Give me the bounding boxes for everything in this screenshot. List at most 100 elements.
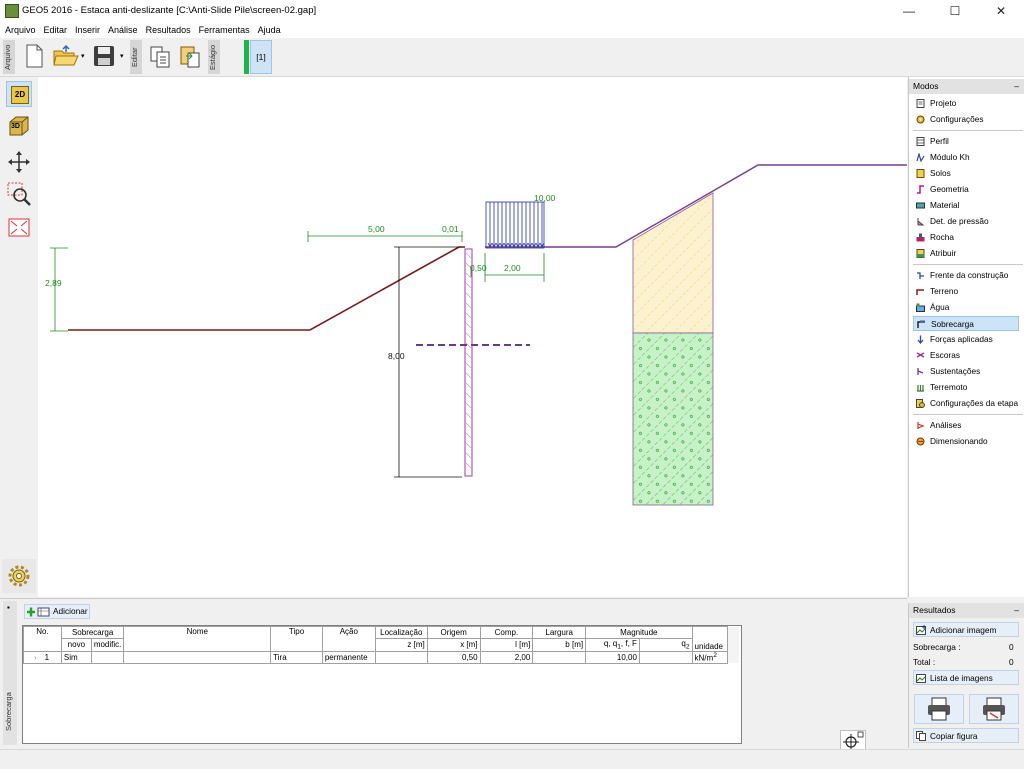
drawing-canvas[interactable]: 5,00 0,01 10,00 0,50 2,00 2,89 8,00 xyxy=(38,77,907,597)
material-icon xyxy=(916,202,925,209)
mode-terremoto[interactable]: Terremoto xyxy=(913,380,1019,395)
menu-inserir[interactable]: Inserir xyxy=(71,22,104,38)
mode-atribuir[interactable]: Atribuir xyxy=(913,246,1019,261)
menu-editar[interactable]: Editar xyxy=(40,22,72,38)
cell-acao[interactable]: permanente xyxy=(321,650,376,664)
mode-det-pressao-label: Det. de pressão xyxy=(930,216,989,226)
copy-figure-icon xyxy=(916,731,926,741)
mode-solos[interactable]: Solos xyxy=(913,166,1019,181)
results-collapse-button[interactable]: – xyxy=(1014,603,1019,618)
menu-bar: Arquivo Editar Inserir Análise Resultados Fer… xyxy=(0,22,1024,38)
title-bar: GEO5 2016 - Estaca anti-deslizante [C:\A… xyxy=(0,0,1024,23)
print-button[interactable] xyxy=(914,694,964,724)
cell-x[interactable]: 0,50 xyxy=(426,650,481,664)
menu-analise[interactable]: Análise xyxy=(104,22,142,38)
assign-icon xyxy=(916,249,925,258)
pressure-icon xyxy=(917,218,925,226)
results-title: Resultados xyxy=(913,605,956,615)
mode-sustentacoes-label: Sustentações xyxy=(930,366,981,376)
mode-material[interactable]: Material xyxy=(913,198,1019,213)
pan-move-icon[interactable] xyxy=(6,149,32,175)
geometry-drawing xyxy=(50,164,907,506)
menu-resultados[interactable]: Resultados xyxy=(142,22,195,38)
modes-separator xyxy=(913,414,1023,415)
sobrecarga-count-label: Sobrecarga : xyxy=(913,642,961,652)
zoom-extents-icon[interactable] xyxy=(6,215,32,241)
open-dropdown-icon[interactable]: ▾ xyxy=(81,52,85,60)
mode-escoras[interactable]: Escoras xyxy=(913,348,1019,363)
menu-ferramentas[interactable]: Ferramentas xyxy=(195,22,254,38)
save-dropdown-icon[interactable]: ▾ xyxy=(120,52,124,60)
cell-modific[interactable] xyxy=(90,650,125,664)
cell-nome[interactable] xyxy=(123,650,272,664)
image-list-button[interactable]: Lista de imagens xyxy=(913,670,1019,685)
cell-novo[interactable]: Sim xyxy=(60,650,92,664)
col-localizacao: Localização xyxy=(374,626,428,639)
mode-rocha[interactable]: Rocha xyxy=(913,230,1019,245)
add-image-button[interactable]: Adicionar imagem xyxy=(913,622,1019,637)
mode-projeto[interactable]: Projeto xyxy=(913,96,1019,111)
save-disk-icon[interactable] xyxy=(92,44,116,70)
minimize-button[interactable]: — xyxy=(886,0,932,22)
mode-perfil[interactable]: Perfil xyxy=(913,134,1019,149)
panel-side-label: Sobrecarga xyxy=(4,692,13,732)
mode-agua-label: Água xyxy=(930,302,950,312)
mode-sobrecarga[interactable]: Sobrecarga xyxy=(913,316,1019,331)
mode-agua[interactable]: Água xyxy=(913,300,1019,315)
col-x-unit: x [m] xyxy=(426,638,481,652)
mode-configuracoes[interactable]: Configurações xyxy=(913,112,1019,127)
print-preview-button[interactable] xyxy=(969,694,1019,724)
view-2d-button[interactable]: 2D xyxy=(6,81,32,107)
maximize-button[interactable]: ☐ xyxy=(932,0,978,22)
mode-config-etapa-label: Configurações da etapa xyxy=(930,398,1019,408)
modes-separator xyxy=(913,130,1023,131)
mode-frente-construcao-label: Frente da construção xyxy=(930,270,1009,280)
results-header: Resultados – xyxy=(909,603,1024,618)
cell-b[interactable] xyxy=(532,650,587,664)
menu-arquivo[interactable]: Arquivo xyxy=(0,22,40,38)
stage-1-button[interactable]: [1] xyxy=(250,40,272,74)
status-bar xyxy=(0,749,1024,769)
copy-data-icon[interactable] xyxy=(148,44,172,70)
table-row[interactable]: › 1 Sim Tira permanente 0,50 2,00 10,00 k… xyxy=(23,650,740,664)
view-3d-button[interactable]: 3D xyxy=(6,113,32,139)
menu-ajuda[interactable]: Ajuda xyxy=(254,22,285,38)
mode-geometria[interactable]: Geometria xyxy=(913,182,1019,197)
mode-det-pressao[interactable]: Det. de pressão xyxy=(913,214,1019,229)
col-nome: Nome xyxy=(123,626,272,652)
modes-collapse-button[interactable]: – xyxy=(1014,79,1019,94)
col-unidade: unidade xyxy=(691,626,728,652)
add-image-label: Adicionar imagem xyxy=(930,625,997,635)
mode-configuracoes-label: Configurações xyxy=(930,114,984,124)
paste-data-icon[interactable] xyxy=(178,44,202,70)
mode-terreno[interactable]: Terreno xyxy=(913,284,1019,299)
mode-modulo-kh[interactable]: Módulo Kh xyxy=(913,150,1019,165)
cell-q2[interactable] xyxy=(638,650,693,664)
row-expand-icon[interactable]: › xyxy=(34,653,37,662)
dim-label-200: 2,00 xyxy=(504,263,521,273)
copy-figure-button[interactable]: Copiar figura xyxy=(913,728,1019,743)
gear-icon xyxy=(916,115,925,124)
zoom-window-icon[interactable] xyxy=(6,181,32,207)
cell-q[interactable]: 10,00 xyxy=(585,650,640,664)
settings-gear-button[interactable] xyxy=(2,559,36,593)
mode-sustentacoes[interactable]: Sustentações xyxy=(913,364,1019,379)
mode-analises[interactable]: Análises xyxy=(913,418,1019,433)
col-b-unit: b [m] xyxy=(532,638,587,652)
panel-pin-icon[interactable]: ▪ xyxy=(7,603,10,612)
new-file-icon[interactable] xyxy=(22,43,46,69)
open-folder-icon[interactable] xyxy=(52,43,80,69)
dimensioning-icon xyxy=(916,437,925,446)
mode-forcas-aplicadas[interactable]: Forças aplicadas xyxy=(913,332,1019,347)
cell-l[interactable]: 2,00 xyxy=(479,650,534,664)
mode-frente-construcao[interactable]: Frente da construção xyxy=(913,268,1019,283)
mode-config-etapa[interactable]: Configurações da etapa xyxy=(913,396,1019,411)
cell-z[interactable] xyxy=(374,650,428,664)
mode-atribuir-label: Atribuir xyxy=(930,248,957,258)
mode-dimensionando[interactable]: Dimensionando xyxy=(913,434,1019,449)
table-scrollbar[interactable] xyxy=(727,626,739,664)
close-button[interactable]: ✕ xyxy=(978,0,1024,22)
add-surcharge-button[interactable]: Adicionar xyxy=(24,604,90,619)
cell-tipo[interactable]: Tira xyxy=(270,650,323,664)
image-list-icon xyxy=(916,674,926,683)
